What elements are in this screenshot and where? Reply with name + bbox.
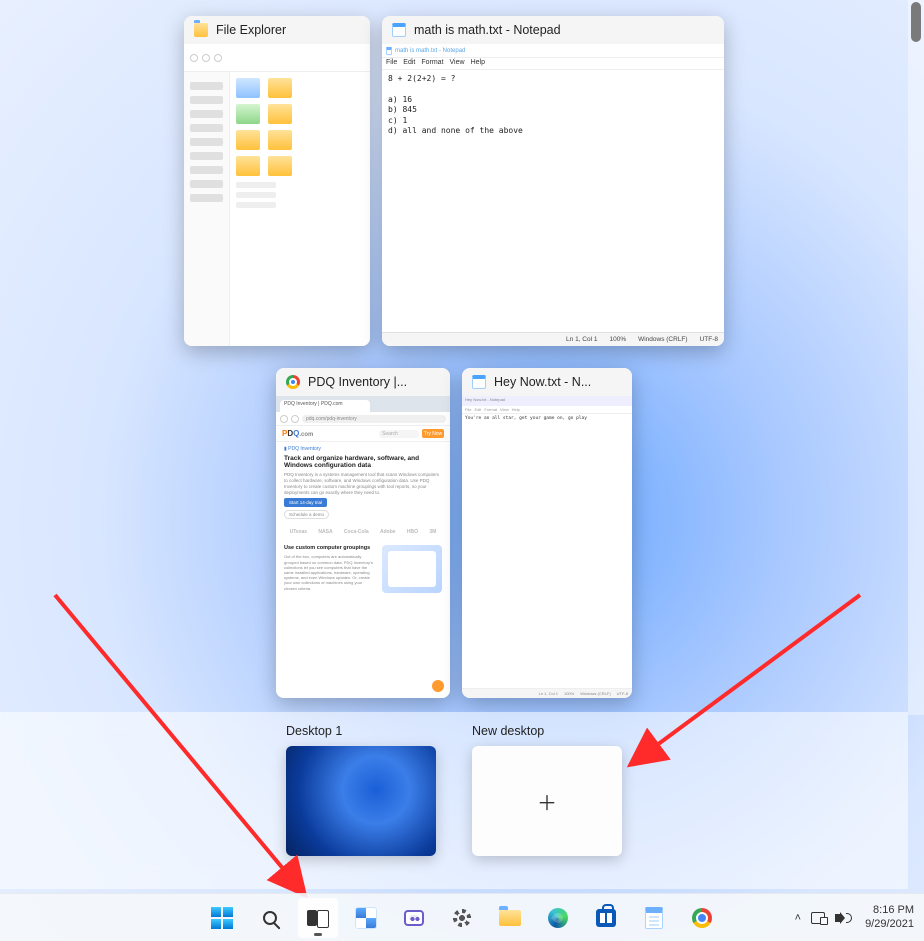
thumb-header: Hey Now.txt - N... [462,368,632,396]
clock-date: 9/29/2021 [865,918,914,931]
thumb-header: PDQ Inventory |... [276,368,450,396]
volume-icon[interactable] [835,911,851,925]
chrome-icon [286,375,300,389]
thumb-title: PDQ Inventory |... [308,375,407,389]
virtual-desktop-new[interactable]: New desktop ＋ [472,724,622,889]
taskbar-center [202,898,722,938]
gear-icon [452,908,472,928]
file-explorer-button[interactable] [490,898,530,938]
notepad-text: 8 + 2(2+2) = ? a) 16 b) 845 c) 1 d) all … [382,70,724,140]
folder-icon [499,910,521,926]
taskbar: ˄ 8:16 PM 9/29/2021 [0,893,924,941]
store-icon [596,909,616,927]
settings-button[interactable] [442,898,482,938]
notepad-icon [472,375,486,389]
thumb-header: File Explorer [184,16,370,44]
vd-thumbnail[interactable] [286,746,436,856]
vd-label: Desktop 1 [286,724,436,738]
virtual-desktop-current[interactable]: Desktop 1 [286,724,436,889]
chat-button[interactable] [394,898,434,938]
thumb-header: math is math.txt - Notepad [382,16,724,44]
widgets-button[interactable] [346,898,386,938]
notepad-icon [392,23,406,37]
task-view-area: File Explorer [0,0,908,712]
thumb-preview [184,44,370,346]
chat-icon [404,910,424,926]
search-button[interactable] [250,898,290,938]
notepad-icon [645,907,663,929]
vd-label: New desktop [472,724,622,738]
taskbar-clock[interactable]: 8:16 PM 9/29/2021 [865,904,914,930]
chat-fab-icon [432,680,444,692]
scrollbar-thumb[interactable] [911,2,921,42]
task-view-icon [307,910,329,926]
task-view-scrollbar[interactable] [908,0,924,715]
window-thumb-file-explorer[interactable]: File Explorer [184,16,370,346]
clock-time: 8:16 PM [865,904,914,917]
window-thumb-chrome-pdq[interactable]: PDQ Inventory |... PDQ Inventory | PDQ.c… [276,368,450,698]
plus-icon: ＋ [537,787,557,816]
thumb-preview: Hey Now.txt - Notepad File Edit Format V… [462,396,632,698]
thumb-title: Hey Now.txt - N... [494,375,591,389]
vd-new-tile[interactable]: ＋ [472,746,622,856]
edge-button[interactable] [538,898,578,938]
thumb-title: File Explorer [216,23,286,37]
start-button[interactable] [202,898,242,938]
window-thumb-notepad-heynow[interactable]: Hey Now.txt - N... Hey Now.txt - Notepad… [462,368,632,698]
taskbar-right: ˄ 8:16 PM 9/29/2021 [795,904,914,930]
task-view-button[interactable] [298,898,338,938]
notepad-button[interactable] [634,898,674,938]
notepad-status-bar: Ln 1, Col 1 100% Windows (CRLF) UTF-8 [382,332,724,346]
chrome-button[interactable] [682,898,722,938]
widgets-icon [355,907,377,929]
folder-icon [194,23,208,37]
network-icon[interactable] [811,912,825,924]
store-button[interactable] [586,898,626,938]
windows-logo-icon [211,907,233,929]
thumb-title: math is math.txt - Notepad [414,23,561,37]
window-thumb-notepad-math[interactable]: math is math.txt - Notepad math is math.… [382,16,724,346]
thumb-preview: math is math.txt - Notepad File Edit For… [382,44,724,346]
edge-icon [548,908,568,928]
search-icon [263,911,277,925]
system-tray[interactable]: ˄ [795,911,851,925]
thumb-preview: PDQ Inventory | PDQ.com pdq.com/pdq-inve… [276,396,450,698]
virtual-desktop-strip: Desktop 1 New desktop ＋ [0,712,908,889]
tray-overflow-icon[interactable]: ˄ [795,912,801,924]
chrome-icon [692,908,712,928]
